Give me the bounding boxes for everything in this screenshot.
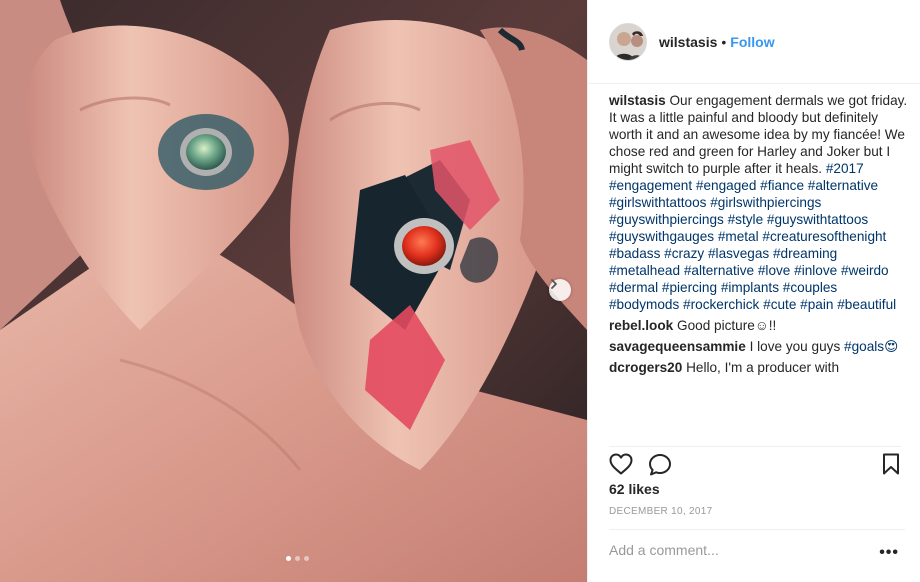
save-button[interactable]	[882, 453, 900, 480]
heart-icon	[609, 453, 633, 475]
more-options-button[interactable]: •••	[879, 544, 899, 562]
comment-item: savagequeensammie I love you guys #goals…	[609, 338, 909, 355]
add-comment-input[interactable]	[609, 542, 859, 558]
comment-text: Good picture☺!!	[677, 318, 777, 333]
post-sidebar: wilstasis • Follow wilstasis Our engagem…	[587, 0, 920, 582]
comments-list[interactable]: wilstasis Our engagement dermals we got …	[609, 92, 909, 436]
like-count[interactable]: 62 likes	[609, 481, 660, 497]
post-date: DECEMBER 10, 2017	[609, 506, 713, 517]
carousel-dot	[295, 556, 300, 561]
caption-hashtags[interactable]: #2017 #engagement #engaged #fiance #alte…	[609, 161, 896, 312]
next-slide-button[interactable]	[549, 279, 571, 301]
carousel-dot	[304, 556, 309, 561]
bookmark-icon	[883, 453, 899, 475]
comment-hashtag[interactable]: #goals😍	[844, 339, 898, 354]
action-bar	[609, 446, 901, 476]
avatar[interactable]	[609, 22, 647, 61]
like-button[interactable]	[609, 453, 633, 480]
caption-username[interactable]: wilstasis	[609, 93, 666, 108]
follow-button[interactable]: Follow	[730, 34, 774, 50]
comment-item: dcrogers20 Hello, I'm a producer with	[609, 359, 909, 376]
comment-text: Hello, I'm a producer with	[686, 360, 840, 375]
carousel-dot-active	[286, 556, 291, 561]
photo-illustration	[0, 0, 587, 582]
comment-username[interactable]: savagequeensammie	[609, 339, 746, 354]
comment-username[interactable]: rebel.look	[609, 318, 673, 333]
header-separator: •	[721, 33, 727, 50]
comment-text: I love you guys	[749, 339, 841, 354]
avatar-image	[610, 23, 646, 60]
post-photo[interactable]	[0, 0, 587, 582]
comment-icon	[649, 454, 671, 476]
comment-button[interactable]	[648, 453, 672, 482]
comment-item: rebel.look Good picture☺!!	[609, 317, 909, 334]
comment-username[interactable]: dcrogers20	[609, 360, 682, 375]
add-comment-section: •••	[609, 529, 905, 573]
carousel-indicator	[286, 556, 309, 561]
chevron-right-icon	[551, 279, 557, 289]
instagram-post: wilstasis • Follow wilstasis Our engagem…	[0, 0, 920, 582]
caption: wilstasis Our engagement dermals we got …	[609, 92, 909, 313]
post-header: wilstasis • Follow	[588, 0, 920, 84]
post-author-username[interactable]: wilstasis	[659, 34, 717, 50]
